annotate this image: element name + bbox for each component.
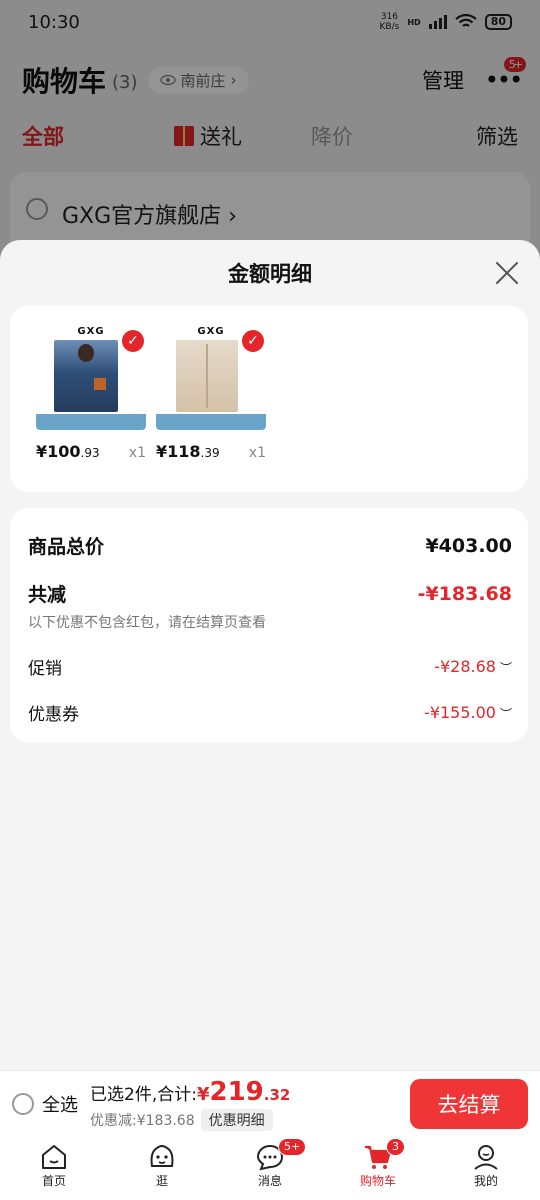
browse-icon bbox=[150, 1145, 174, 1167]
cart-badge: 3 bbox=[386, 1138, 405, 1156]
coupon-label: 优惠券 bbox=[28, 705, 79, 725]
discount-text: 优惠减:¥183.68 bbox=[90, 1112, 195, 1129]
tab-home-label: 首页 bbox=[41, 1174, 66, 1188]
product-price-decimal: .93 bbox=[80, 446, 100, 460]
product-image: GXG ✓ bbox=[36, 324, 146, 430]
tab-profile-label: 我的 bbox=[473, 1174, 498, 1188]
coupon-value: -¥155.00 bbox=[424, 703, 496, 722]
total-amount-decimal: .32 bbox=[263, 1085, 291, 1104]
product-photo bbox=[176, 340, 238, 412]
total-price-label: 商品总价 bbox=[28, 536, 105, 558]
product-price: ¥118 bbox=[156, 442, 201, 461]
chevron-down-icon: ︶ bbox=[499, 707, 512, 721]
product-price-row: ¥118.39 x1 bbox=[156, 442, 266, 461]
select-all-toggle[interactable]: 全选 bbox=[12, 1091, 78, 1117]
discount-detail-button[interactable]: 优惠明细 bbox=[200, 1108, 273, 1131]
coupon-row[interactable]: 优惠券 -¥155.00 ︶ bbox=[28, 700, 512, 725]
checkout-bar: 全选 已选2件,合计: ¥219.32 优惠减:¥183.68 优惠明细 去结算 bbox=[0, 1070, 540, 1136]
total-amount: 219 bbox=[209, 1076, 264, 1107]
totals-summary: 已选2件,合计: ¥219.32 优惠减:¥183.68 优惠明细 bbox=[90, 1077, 290, 1131]
tab-browse-label: 逛 bbox=[155, 1174, 168, 1188]
messages-badge: 5+ bbox=[278, 1138, 307, 1156]
product-price-row: ¥100.93 x1 bbox=[36, 442, 146, 461]
chevron-down-icon: ︶ bbox=[499, 661, 512, 675]
tab-profile[interactable]: 我的 bbox=[432, 1136, 540, 1200]
total-reduce-row: 共减 -¥183.68 bbox=[28, 580, 512, 607]
total-reduce-label: 共减 bbox=[28, 584, 67, 606]
sheet-title: 金额明细 bbox=[228, 262, 312, 286]
product-price-decimal: .39 bbox=[200, 446, 220, 460]
tab-cart[interactable]: 购物车 3 bbox=[324, 1136, 432, 1200]
tab-home[interactable]: 首页 bbox=[0, 1136, 108, 1200]
product-price: ¥100 bbox=[36, 442, 81, 461]
home-icon bbox=[42, 1145, 66, 1169]
product-image: GXG ✓ bbox=[156, 324, 266, 430]
products-card: GXG ✓ ¥100.93 x1 GXG ✓ ¥118.39 x1 bbox=[10, 306, 528, 492]
product-promo-strip bbox=[36, 414, 146, 430]
tab-browse[interactable]: 逛 bbox=[108, 1136, 216, 1200]
tab-messages-label: 消息 bbox=[257, 1174, 282, 1188]
tab-cart-label: 购物车 bbox=[359, 1174, 396, 1188]
product-item[interactable]: GXG ✓ ¥100.93 x1 bbox=[36, 324, 146, 461]
promo-label: 促销 bbox=[28, 659, 62, 679]
amount-detail-sheet: 金额明细 GXG ✓ ¥100.93 x1 GXG ✓ ¥118.39 x1 商… bbox=[0, 240, 540, 1070]
discount-note: 以下优惠不包含红包，请在结算页查看 bbox=[28, 615, 266, 631]
select-all-radio[interactable] bbox=[12, 1092, 34, 1115]
bottom-tab-bar: 首页 逛 消息 5+ 购物车 3 我的 bbox=[0, 1136, 540, 1200]
product-promo-strip bbox=[156, 414, 266, 430]
checkout-button[interactable]: 去结算 bbox=[410, 1078, 528, 1129]
checkmark-icon: ✓ bbox=[242, 330, 264, 352]
selected-count-text: 已选2件,合计: bbox=[90, 1084, 197, 1105]
profile-icon bbox=[474, 1145, 498, 1170]
close-icon[interactable] bbox=[494, 260, 520, 286]
product-item[interactable]: GXG ✓ ¥118.39 x1 bbox=[156, 324, 266, 461]
product-qty: x1 bbox=[128, 445, 146, 461]
select-all-label: 全选 bbox=[42, 1094, 78, 1116]
checkmark-icon: ✓ bbox=[122, 330, 144, 352]
product-qty: x1 bbox=[248, 445, 266, 461]
total-price-value: ¥403.00 bbox=[425, 534, 512, 557]
product-photo bbox=[54, 340, 118, 412]
summary-card: 商品总价 ¥403.00 共减 -¥183.68 以下优惠不包含红包，请在结算页… bbox=[10, 508, 528, 742]
promo-value: -¥28.68 bbox=[434, 657, 496, 676]
total-price-row: 商品总价 ¥403.00 bbox=[28, 532, 512, 559]
promo-row[interactable]: 促销 -¥28.68 ︶ bbox=[28, 654, 512, 679]
tab-messages[interactable]: 消息 5+ bbox=[216, 1136, 324, 1200]
total-reduce-value: -¥183.68 bbox=[417, 582, 512, 605]
total-currency: ¥ bbox=[196, 1083, 210, 1105]
